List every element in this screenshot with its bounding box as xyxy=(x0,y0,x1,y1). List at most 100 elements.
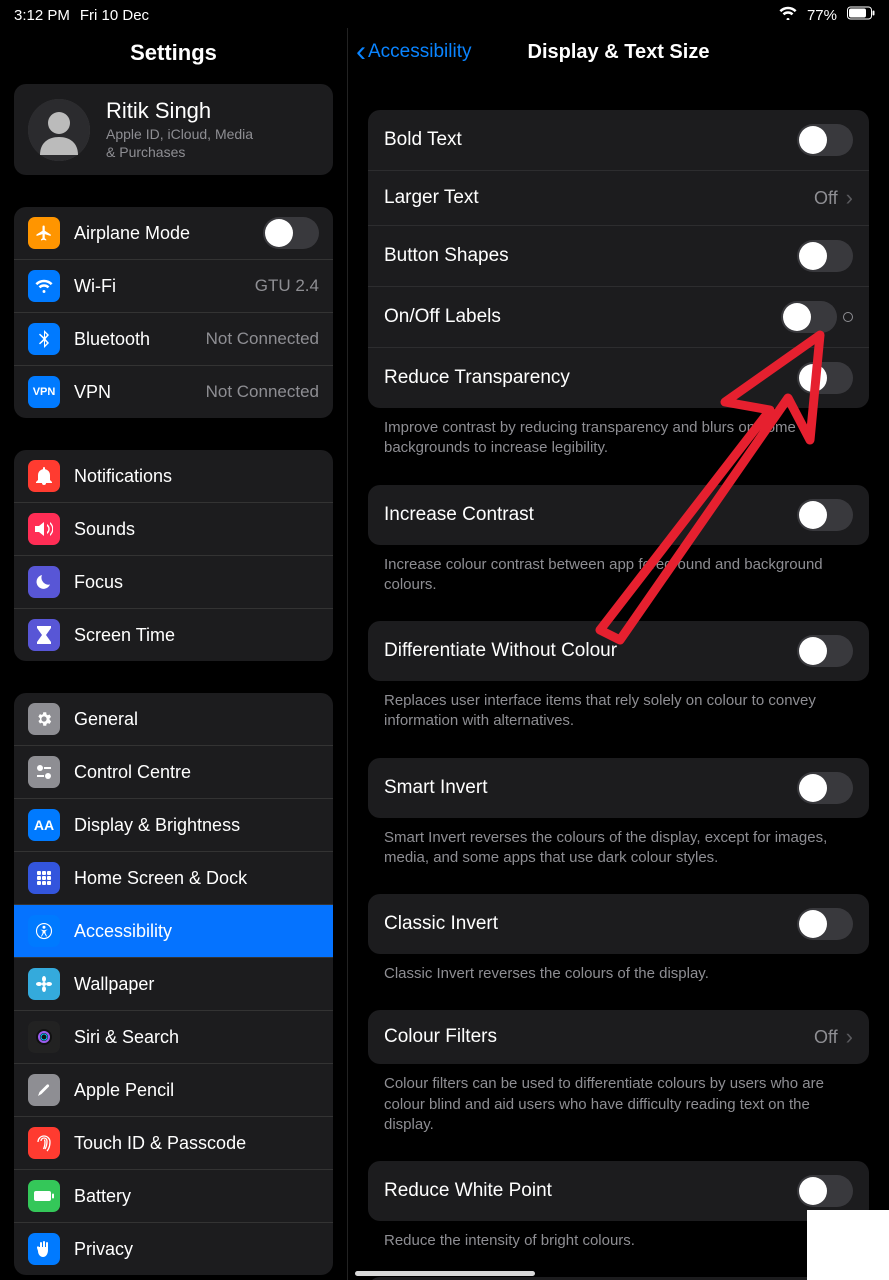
profile-subtitle: Apple ID, iCloud, Media & Purchases xyxy=(106,126,253,161)
row-label: Colour Filters xyxy=(384,1026,814,1048)
sidebar-item-label: Privacy xyxy=(74,1239,319,1260)
flower-icon xyxy=(28,968,60,1000)
sidebar-item-vpn[interactable]: VPN VPN Not Connected xyxy=(14,365,333,418)
sidebar-item-siri[interactable]: Siri & Search xyxy=(14,1010,333,1063)
status-bar: 3:12 PM Fri 10 Dec 77% xyxy=(0,0,889,26)
button-shapes-toggle[interactable] xyxy=(797,240,853,272)
smart-invert-toggle[interactable] xyxy=(797,772,853,804)
settings-sidebar: Settings Ritik Singh Apple ID, iCloud, M… xyxy=(0,28,348,1280)
row-label: Button Shapes xyxy=(384,245,797,267)
row-bold-text[interactable]: Bold Text xyxy=(368,110,869,170)
smart-invert-note: Smart Invert reverses the colours of the… xyxy=(368,818,869,895)
battery-icon xyxy=(847,6,875,24)
row-increase-contrast[interactable]: Increase Contrast xyxy=(368,485,869,545)
sidebar-item-label: Screen Time xyxy=(74,625,319,646)
hourglass-icon xyxy=(28,619,60,651)
reduce-transparency-toggle[interactable] xyxy=(797,362,853,394)
row-colour-filters[interactable]: Colour Filters Off › xyxy=(368,1010,869,1064)
sidebar-item-focus[interactable]: Focus xyxy=(14,555,333,608)
onoff-indicator-icon xyxy=(843,312,853,322)
differentiate-colour-note: Replaces user interface items that rely … xyxy=(368,681,869,758)
avatar xyxy=(28,99,90,161)
sidebar-item-label: Bluetooth xyxy=(74,329,192,350)
sidebar-item-label: Airplane Mode xyxy=(74,223,249,244)
sidebar-item-touchid[interactable]: Touch ID & Passcode xyxy=(14,1116,333,1169)
sidebar-item-label: Display & Brightness xyxy=(74,815,319,836)
sidebar-item-label: VPN xyxy=(74,382,192,403)
row-classic-invert[interactable]: Classic Invert xyxy=(368,894,869,954)
sidebar-item-label: Touch ID & Passcode xyxy=(74,1133,319,1154)
chevron-right-icon: › xyxy=(846,1024,853,1050)
back-label: Accessibility xyxy=(368,41,471,63)
airplane-toggle[interactable] xyxy=(263,217,319,249)
colour-filters-value: Off xyxy=(814,1027,838,1048)
sidebar-item-apple-pencil[interactable]: Apple Pencil xyxy=(14,1063,333,1116)
battery-icon xyxy=(28,1180,60,1212)
status-date: Fri 10 Dec xyxy=(80,7,149,24)
sidebar-item-label: Control Centre xyxy=(74,762,319,783)
sidebar-item-privacy[interactable]: Privacy xyxy=(14,1222,333,1275)
row-label: On/Off Labels xyxy=(384,306,781,328)
increase-contrast-toggle[interactable] xyxy=(797,499,853,531)
sliders-icon xyxy=(28,756,60,788)
onoff-labels-toggle[interactable] xyxy=(781,301,837,333)
sidebar-item-notifications[interactable]: Notifications xyxy=(14,450,333,502)
sidebar-item-label: General xyxy=(74,709,319,730)
back-button[interactable]: ‹ Accessibility xyxy=(356,28,471,76)
differentiate-colour-toggle[interactable] xyxy=(797,635,853,667)
pencil-icon xyxy=(28,1074,60,1106)
profile-row[interactable]: Ritik Singh Apple ID, iCloud, Media & Pu… xyxy=(14,84,333,175)
speaker-icon xyxy=(28,513,60,545)
row-label: Differentiate Without Colour xyxy=(384,640,797,662)
sidebar-item-home-screen[interactable]: Home Screen & Dock xyxy=(14,851,333,904)
row-label: Larger Text xyxy=(384,187,814,209)
row-button-shapes[interactable]: Button Shapes xyxy=(368,225,869,286)
sidebar-item-screentime[interactable]: Screen Time xyxy=(14,608,333,661)
fingerprint-icon xyxy=(28,1127,60,1159)
sidebar-item-control-centre[interactable]: Control Centre xyxy=(14,745,333,798)
moon-icon xyxy=(28,566,60,598)
gear-icon xyxy=(28,703,60,735)
detail-title: Display & Text Size xyxy=(528,41,710,64)
wifi-icon xyxy=(779,6,797,24)
colour-filters-note: Colour filters can be used to differenti… xyxy=(368,1064,869,1161)
vpn-value: Not Connected xyxy=(206,382,319,402)
airplane-icon xyxy=(28,217,60,249)
sidebar-item-general[interactable]: General xyxy=(14,693,333,745)
row-onoff-labels[interactable]: On/Off Labels xyxy=(368,286,869,347)
sidebar-item-accessibility[interactable]: Accessibility xyxy=(14,904,333,957)
row-label: Increase Contrast xyxy=(384,504,797,526)
sidebar-item-label: Home Screen & Dock xyxy=(74,868,319,889)
sidebar-item-label: Accessibility xyxy=(74,921,319,942)
wifi-value: GTU 2.4 xyxy=(255,276,319,296)
bold-text-toggle[interactable] xyxy=(797,124,853,156)
sidebar-item-wallpaper[interactable]: Wallpaper xyxy=(14,957,333,1010)
row-smart-invert[interactable]: Smart Invert xyxy=(368,758,869,818)
sidebar-item-label: Focus xyxy=(74,572,319,593)
reduce-white-point-toggle[interactable] xyxy=(797,1175,853,1207)
chevron-right-icon: › xyxy=(846,185,853,211)
classic-invert-toggle[interactable] xyxy=(797,908,853,940)
sidebar-item-label: Wi-Fi xyxy=(74,276,241,297)
row-reduce-transparency[interactable]: Reduce Transparency xyxy=(368,347,869,408)
row-reduce-white-point[interactable]: Reduce White Point xyxy=(368,1161,869,1221)
sidebar-item-airplane[interactable]: Airplane Mode xyxy=(14,207,333,259)
page-title: Settings xyxy=(0,28,347,84)
profile-name: Ritik Singh xyxy=(106,98,253,124)
reduce-transparency-note: Improve contrast by reducing transparenc… xyxy=(368,408,869,485)
sidebar-item-display-brightness[interactable]: AA Display & Brightness xyxy=(14,798,333,851)
siri-icon xyxy=(28,1021,60,1053)
row-label: Smart Invert xyxy=(384,777,797,799)
sidebar-item-label: Notifications xyxy=(74,466,319,487)
grid-icon xyxy=(28,862,60,894)
row-label: Reduce Transparency xyxy=(384,367,797,389)
row-larger-text[interactable]: Larger Text Off › xyxy=(368,170,869,225)
row-label: Classic Invert xyxy=(384,913,797,935)
row-differentiate-colour[interactable]: Differentiate Without Colour xyxy=(368,621,869,681)
sidebar-item-wifi[interactable]: Wi-Fi GTU 2.4 xyxy=(14,259,333,312)
home-indicator[interactable] xyxy=(355,1271,535,1276)
hand-icon xyxy=(28,1233,60,1265)
sidebar-item-battery[interactable]: Battery xyxy=(14,1169,333,1222)
sidebar-item-sounds[interactable]: Sounds xyxy=(14,502,333,555)
sidebar-item-bluetooth[interactable]: Bluetooth Not Connected xyxy=(14,312,333,365)
